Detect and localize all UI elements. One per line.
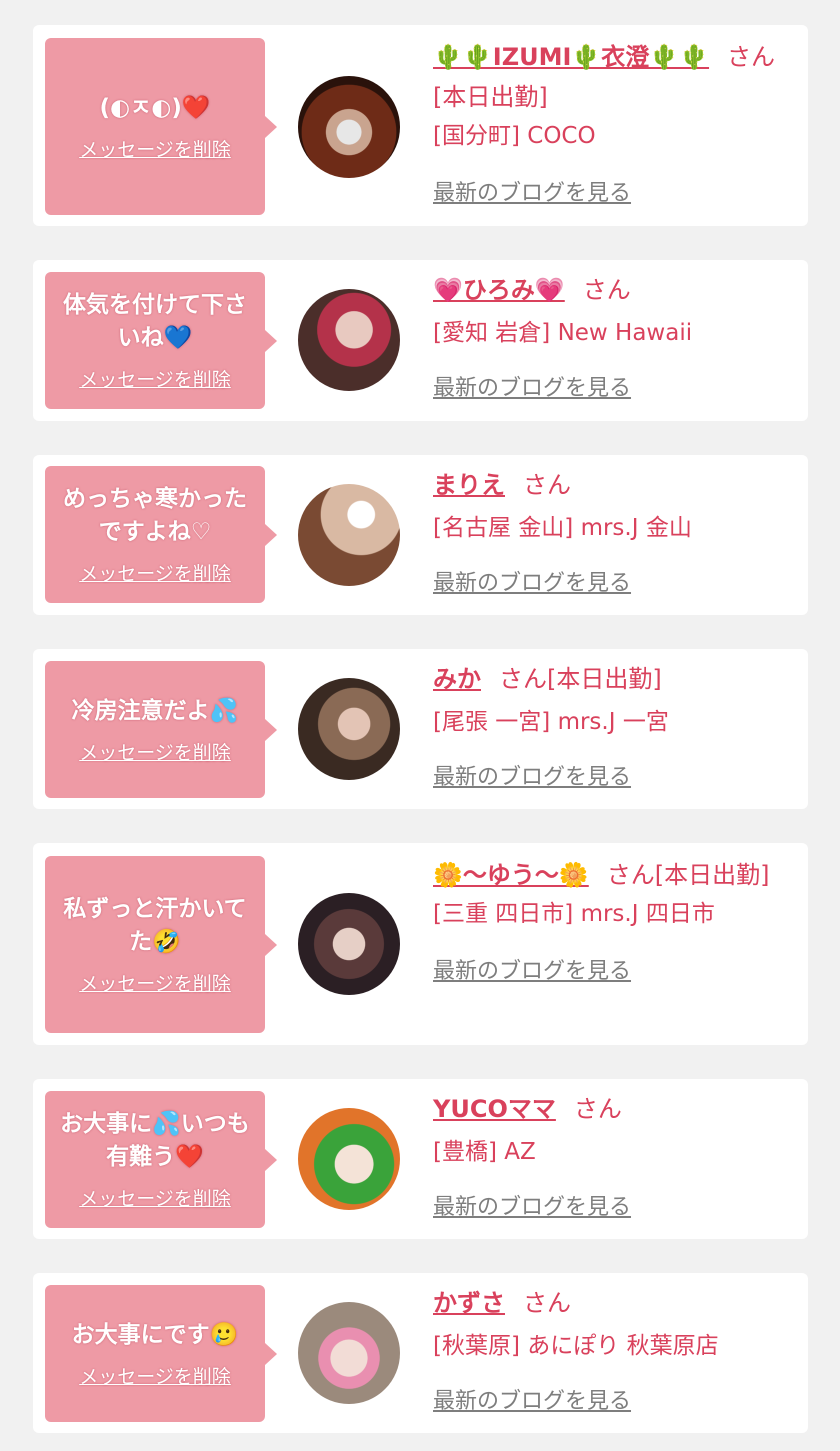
name-line: かずさ さん [433, 1283, 783, 1323]
name-suffix: さん [523, 471, 571, 499]
message-text: (◐ㅈ◐)❤️ [99, 94, 211, 121]
message-bubble: お大事にです🥲 メッセージを削除 [45, 1285, 277, 1422]
shop-label: [三重 四日市] mrs.J 四日市 [433, 901, 715, 927]
message-text: 体気を付けて下さいね💙 [63, 292, 247, 351]
message-bubble: 冷房注意だよ💦 メッセージを削除 [45, 661, 277, 798]
name-suffix: さん [523, 1289, 571, 1317]
message-text: 冷房注意だよ💦 [71, 697, 239, 724]
name-line: まりえ さん [433, 465, 783, 505]
latest-blog-link[interactable]: 最新のブログを見る [433, 565, 631, 597]
avatar[interactable] [298, 289, 400, 391]
delete-message-link[interactable]: メッセージを削除 [79, 365, 231, 392]
message-text: めっちゃ寒かったですよね♡ [63, 486, 247, 545]
name-line: 💗ひろみ💗 さん [433, 270, 783, 310]
delete-message-link[interactable]: メッセージを削除 [79, 738, 231, 765]
name-line: 🌼〜ゆう〜🌼 さん[本日出勤] [433, 855, 783, 895]
shop-label: [尾張 一宮] mrs.J 一宮 [433, 709, 669, 735]
avatar[interactable] [298, 76, 400, 178]
profile-name-link[interactable]: かずさ [433, 1289, 505, 1317]
message-bubble: めっちゃ寒かったですよね♡ メッセージを削除 [45, 466, 277, 603]
latest-blog-link[interactable]: 最新のブログを見る [433, 370, 631, 402]
profile-info: かずさ さん [秋葉原] あにぽり 秋葉原店 最新のブログを見る [433, 1283, 783, 1415]
shop-label: [秋葉原] あにぽり 秋葉原店 [433, 1333, 719, 1359]
profile-name-link[interactable]: 🌵🌵IZUMI🌵衣澄🌵🌵 [433, 43, 709, 71]
message-card: (◐ㅈ◐)❤️ メッセージを削除 🌵🌵IZUMI🌵衣澄🌵🌵 さん[本日出勤] [国… [33, 25, 808, 226]
message-text: 私ずっと汗かいてた🤣 [63, 896, 247, 955]
shop-label: [豊橋] AZ [433, 1139, 536, 1165]
profile-name-link[interactable]: 💗ひろみ💗 [433, 276, 565, 304]
profile-name-link[interactable]: まりえ [433, 471, 505, 499]
message-bubble: (◐ㅈ◐)❤️ メッセージを削除 [45, 38, 277, 215]
profile-info: 🌵🌵IZUMI🌵衣澄🌵🌵 さん[本日出勤] [国分町] COCO 最新のブログを見… [433, 37, 783, 207]
message-bubble: お大事に💦いつも有難う❤️ メッセージを削除 [45, 1091, 277, 1228]
profile-name-link[interactable]: YUCOママ [433, 1095, 556, 1123]
name-suffix: さん [582, 276, 631, 304]
name-line: YUCOママ さん [433, 1089, 783, 1129]
avatar[interactable] [298, 1302, 400, 1404]
name-line: みか さん[本日出勤] [433, 659, 783, 699]
shop-label: [名古屋 金山] mrs.J 金山 [433, 515, 692, 541]
message-card: 私ずっと汗かいてた🤣 メッセージを削除 🌼〜ゆう〜🌼 さん[本日出勤] [三重 四… [33, 843, 808, 1045]
name-suffix: さん[本日出勤] [499, 665, 662, 693]
profile-info: みか さん[本日出勤] [尾張 一宮] mrs.J 一宮 最新のブログを見る [433, 659, 783, 791]
delete-message-link[interactable]: メッセージを削除 [79, 1184, 231, 1211]
message-list: (◐ㅈ◐)❤️ メッセージを削除 🌵🌵IZUMI🌵衣澄🌵🌵 さん[本日出勤] [国… [0, 0, 840, 1451]
profile-info: YUCOママ さん [豊橋] AZ 最新のブログを見る [433, 1089, 783, 1221]
message-text: お大事にです🥲 [71, 1321, 239, 1348]
latest-blog-link[interactable]: 最新のブログを見る [433, 759, 631, 791]
message-card: 体気を付けて下さいね💙 メッセージを削除 💗ひろみ💗 さん [愛知 岩倉] New… [33, 260, 808, 421]
profile-info: 💗ひろみ💗 さん [愛知 岩倉] New Hawaii 最新のブログを見る [433, 270, 783, 402]
avatar[interactable] [298, 1108, 400, 1210]
delete-message-link[interactable]: メッセージを削除 [79, 969, 231, 996]
latest-blog-link[interactable]: 最新のブログを見る [433, 953, 631, 985]
delete-message-link[interactable]: メッセージを削除 [79, 559, 231, 586]
message-bubble: 私ずっと汗かいてた🤣 メッセージを削除 [45, 856, 277, 1033]
message-card: めっちゃ寒かったですよね♡ メッセージを削除 まりえ さん [名古屋 金山] mr… [33, 455, 808, 615]
avatar[interactable] [298, 678, 400, 780]
message-card: 冷房注意だよ💦 メッセージを削除 みか さん[本日出勤] [尾張 一宮] mrs.… [33, 649, 808, 809]
name-suffix: さん[本日出勤] [606, 861, 770, 889]
latest-blog-link[interactable]: 最新のブログを見る [433, 1383, 631, 1415]
message-bubble: 体気を付けて下さいね💙 メッセージを削除 [45, 272, 277, 409]
delete-message-link[interactable]: メッセージを削除 [79, 1362, 231, 1389]
avatar[interactable] [298, 893, 400, 995]
message-card: お大事にです🥲 メッセージを削除 かずさ さん [秋葉原] あにぽり 秋葉原店 最… [33, 1273, 808, 1433]
profile-name-link[interactable]: 🌼〜ゆう〜🌼 [433, 861, 589, 889]
profile-info: 🌼〜ゆう〜🌼 さん[本日出勤] [三重 四日市] mrs.J 四日市 最新のブログ… [433, 855, 783, 985]
avatar[interactable] [298, 484, 400, 586]
latest-blog-link[interactable]: 最新のブログを見る [433, 175, 631, 207]
name-suffix: さん [573, 1095, 622, 1123]
profile-info: まりえ さん [名古屋 金山] mrs.J 金山 最新のブログを見る [433, 465, 783, 597]
shop-label: [愛知 岩倉] New Hawaii [433, 320, 693, 346]
latest-blog-link[interactable]: 最新のブログを見る [433, 1189, 631, 1221]
name-line: 🌵🌵IZUMI🌵衣澄🌵🌵 さん[本日出勤] [433, 37, 783, 117]
message-card: お大事に💦いつも有難う❤️ メッセージを削除 YUCOママ さん [豊橋] AZ … [33, 1079, 808, 1239]
message-text: お大事に💦いつも有難う❤️ [60, 1111, 250, 1170]
shop-label: [国分町] COCO [433, 123, 596, 149]
profile-name-link[interactable]: みか [433, 665, 481, 693]
delete-message-link[interactable]: メッセージを削除 [79, 135, 231, 162]
